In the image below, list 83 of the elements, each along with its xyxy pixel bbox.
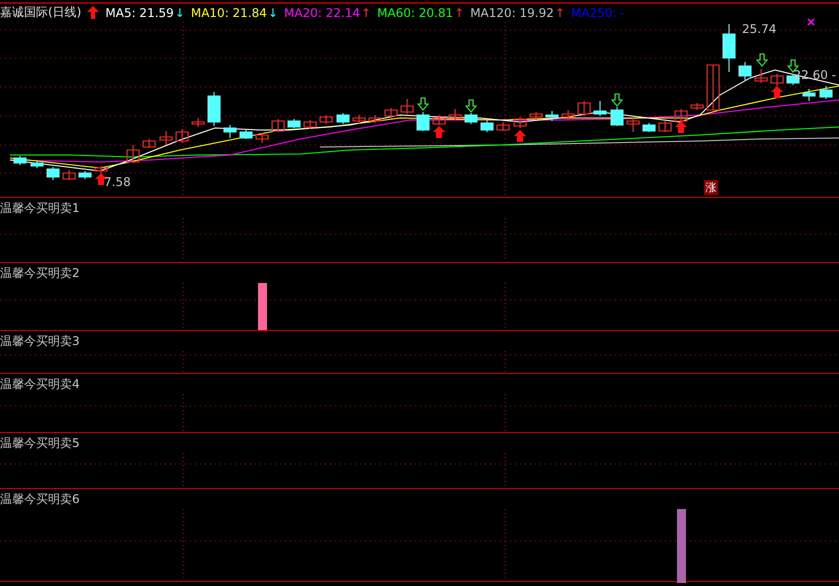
candlestick	[142, 138, 156, 148]
candlestick	[288, 118, 300, 128]
candlestick	[336, 112, 350, 124]
candlestick	[208, 92, 220, 126]
price-label: 22.60 -	[794, 68, 836, 82]
arrow-up-icon	[771, 86, 783, 98]
candlestick	[192, 118, 204, 128]
candlestick	[464, 112, 478, 124]
candlestick	[176, 128, 188, 144]
candlestick	[496, 122, 510, 132]
candlestick	[78, 170, 92, 180]
candlestick	[352, 114, 366, 124]
candlestick	[626, 118, 640, 132]
candlestick	[160, 130, 172, 146]
candlestick	[14, 156, 26, 166]
candlestick	[820, 86, 832, 100]
arrow-up-icon	[675, 121, 687, 133]
candlestick	[94, 166, 108, 174]
indicator-label: 温馨今买明卖3	[0, 333, 80, 350]
candlestick	[30, 160, 44, 168]
arrow-down-icon	[756, 54, 768, 67]
candlestick	[400, 98, 414, 114]
indicator-label: 温馨今买明卖1	[0, 200, 80, 217]
candlestick	[304, 120, 316, 130]
close-icon	[807, 18, 815, 26]
candlestick	[448, 108, 462, 120]
trend-arrow: ↑	[454, 6, 464, 20]
candlestick	[272, 118, 284, 132]
trend-arrow: ↓	[174, 6, 185, 20]
candlestick	[240, 130, 252, 140]
candlestick	[722, 24, 736, 72]
trend-arrow: ↑	[361, 6, 372, 20]
candlestick	[770, 74, 784, 86]
candlestick	[368, 114, 382, 124]
candlestick	[754, 68, 768, 84]
ma-value: MA20: 22.14	[284, 6, 360, 20]
candlestick	[610, 106, 624, 126]
ma-value: MA5: 21.59	[105, 6, 174, 20]
candlestick	[432, 114, 446, 126]
indicator-label: 温馨今买明卖5	[0, 435, 80, 452]
arrow-down-icon	[610, 94, 624, 107]
candlestick	[530, 112, 542, 120]
candlestick	[256, 132, 268, 144]
candlestick	[706, 64, 720, 110]
candlestick	[46, 166, 60, 180]
indicator-label: 温馨今买明卖6	[0, 491, 80, 508]
candlestick	[320, 114, 332, 124]
arrow-up-icon	[87, 6, 100, 19]
price-label: 25.74	[742, 22, 776, 36]
arrow-up-icon	[433, 126, 445, 138]
candlestick	[578, 100, 590, 116]
rise-badge: 涨	[704, 180, 718, 195]
ma-value: MA60: 20.81	[377, 6, 454, 20]
candlestick	[224, 124, 236, 138]
candlestick	[562, 110, 574, 120]
arrow-up-icon	[514, 130, 526, 142]
candlestick	[126, 144, 140, 164]
candlestick	[416, 112, 430, 132]
ma-value: MA250: -	[570, 6, 625, 20]
price-label: 7.58	[104, 175, 131, 189]
trend-arrow: ↑	[554, 6, 565, 20]
indicator-label: 温馨今买明卖2	[0, 265, 80, 282]
ma-value: MA10: 21.84	[190, 6, 267, 20]
candlestick	[514, 116, 526, 128]
arrow-down-icon	[464, 100, 478, 113]
candlestick	[62, 170, 76, 180]
candlestick	[546, 110, 558, 122]
indicator-label: 温馨今买明卖4	[0, 376, 80, 393]
arrow-up-icon	[95, 173, 107, 185]
candlestick	[674, 108, 688, 122]
trend-arrow: ↓	[268, 6, 278, 20]
candlestick	[658, 120, 672, 132]
candlestick	[594, 100, 606, 116]
ma-value: MA120: 19.92	[470, 6, 554, 20]
chart-title: 嘉诚国际(日线)	[0, 4, 82, 21]
candlestick	[738, 62, 752, 82]
candlestick	[690, 102, 704, 110]
signal-bar	[258, 283, 267, 331]
candlestick	[642, 122, 656, 132]
arrow-down-icon	[416, 98, 430, 111]
candlestick	[802, 88, 816, 102]
candlestick	[384, 108, 398, 120]
candlestick	[480, 120, 494, 132]
